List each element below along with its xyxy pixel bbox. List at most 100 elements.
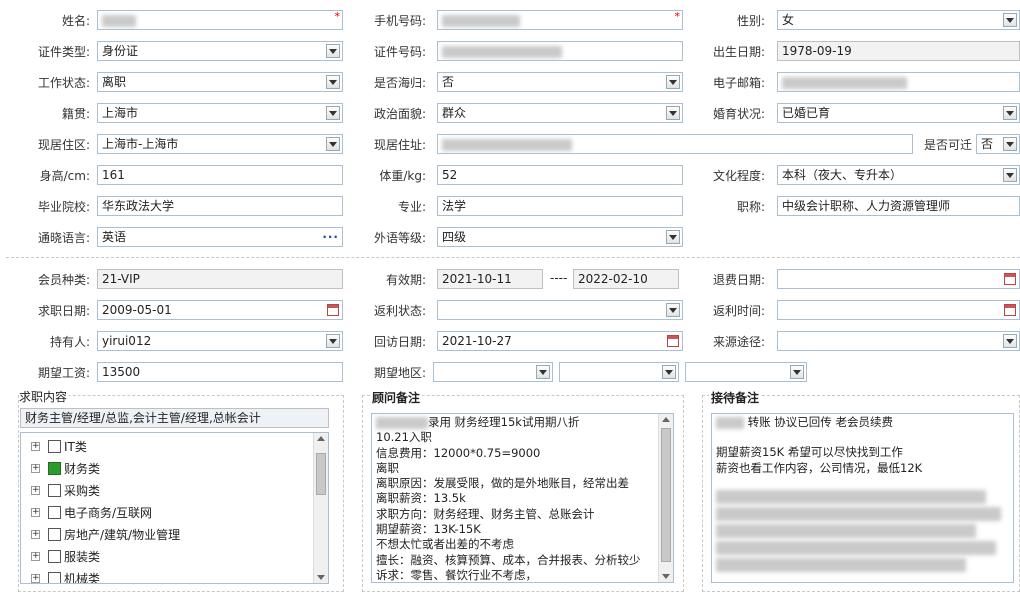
language-input[interactable]: 英语 ··· [97, 227, 343, 247]
chevron-down-icon[interactable] [1003, 168, 1017, 182]
rebate-status-label: 返利状态: [373, 304, 426, 318]
chevron-down-icon[interactable] [666, 230, 680, 244]
tree-item-label: IT类 [64, 440, 87, 454]
chevron-down-icon[interactable] [536, 365, 550, 379]
visit-date-input[interactable]: 2021-10-27 [437, 331, 683, 351]
expand-icon[interactable]: + [31, 552, 40, 561]
reception-notes-title: 接待备注 [709, 389, 762, 406]
scroll-up-icon[interactable] [317, 436, 325, 441]
checkbox-checked[interactable] [48, 462, 61, 475]
refund-date-input[interactable] [777, 269, 1020, 289]
phone-input[interactable]: * [437, 10, 683, 30]
expand-icon[interactable]: + [31, 486, 40, 495]
chevron-down-icon[interactable] [666, 303, 680, 317]
expand-icon[interactable]: + [31, 464, 40, 473]
scroll-down-icon[interactable] [317, 575, 325, 580]
chevron-down-icon[interactable] [1003, 334, 1017, 348]
expected-salary-input[interactable]: 13500 [97, 362, 343, 382]
chevron-down-icon[interactable] [326, 44, 340, 58]
source-select[interactable] [777, 331, 1020, 351]
job-content-summary-text: 财务主管/经理/总监,会计主管/经理,总帐会计 [25, 411, 261, 425]
weight-input[interactable]: 52 [437, 165, 683, 185]
expand-icon[interactable]: + [31, 508, 40, 517]
height-input[interactable]: 161 [97, 165, 343, 185]
calendar-icon[interactable] [667, 335, 679, 347]
region-district-select[interactable] [685, 362, 807, 382]
major-input[interactable]: 法学 [437, 196, 683, 216]
native-label: 籍贯: [61, 107, 90, 121]
chevron-down-icon[interactable] [326, 334, 340, 348]
notes-line: 10.21入职 [376, 430, 432, 445]
scroll-thumb[interactable] [661, 428, 671, 562]
political-select[interactable]: 群众 [437, 103, 683, 123]
checkbox[interactable] [48, 506, 61, 519]
checkbox[interactable] [48, 550, 61, 563]
rebate-status-select[interactable] [437, 300, 683, 320]
relocate-select[interactable]: 否 [976, 134, 1020, 154]
job-content-summary: 财务主管/经理/总监,会计主管/经理,总帐会计 [20, 408, 329, 428]
chevron-down-icon[interactable] [326, 75, 340, 89]
expected-salary-value: 13500 [102, 365, 141, 379]
reception-notes-textarea[interactable]: 转账 协议已回传 老会员续费 期望薪资15K 希望可以尽快找到工作 薪资也看工作… [711, 413, 1014, 583]
notes-scrollbar[interactable] [658, 414, 673, 582]
id-type-select[interactable]: 身份证 [97, 41, 343, 61]
education-select[interactable]: 本科（夜大、专升本） [777, 165, 1020, 185]
overseas-select[interactable]: 否 [437, 72, 683, 92]
notes-line: 录用 财务经理15k试用期八折 [376, 415, 655, 430]
checkbox[interactable] [48, 572, 61, 583]
notes-redacted [376, 416, 428, 429]
tree-scrollbar[interactable] [313, 433, 328, 583]
lang-level-value: 四级 [442, 230, 467, 244]
scroll-down-icon[interactable] [662, 574, 670, 579]
notes-line-text: 录用 财务经理15k试用期八折 [428, 415, 580, 429]
job-date-input[interactable]: 2009-05-01 [97, 300, 343, 320]
calendar-icon[interactable] [327, 304, 339, 316]
name-input[interactable]: * [97, 10, 343, 30]
chevron-down-icon[interactable] [790, 365, 804, 379]
rebate-time-input[interactable] [777, 300, 1020, 320]
address-input[interactable] [437, 134, 913, 154]
visit-date-value: 2021-10-27 [442, 334, 512, 348]
chevron-down-icon[interactable] [662, 365, 676, 379]
id-type-label: 证件类型: [37, 45, 90, 59]
native-value: 上海市 [102, 106, 139, 120]
job-category-tree[interactable]: + IT类 + 财务类 + 采购类 + 电子商务/互联网 + 房地产/建筑/物业管理 + 服… [20, 432, 329, 584]
expand-icon[interactable]: + [31, 442, 40, 451]
email-input[interactable] [777, 72, 1020, 92]
calendar-icon[interactable] [1004, 273, 1016, 285]
id-no-input[interactable] [437, 41, 683, 61]
school-input[interactable]: 华东政法大学 [97, 196, 343, 216]
chevron-down-icon[interactable] [326, 106, 340, 120]
gender-select[interactable]: 女 [777, 10, 1020, 30]
scroll-thumb[interactable] [316, 453, 326, 495]
notes-line-text: 转账 协议已回传 老会员续费 [747, 415, 893, 429]
chevron-down-icon[interactable] [1003, 106, 1017, 120]
region-city-select[interactable] [559, 362, 679, 382]
holder-select[interactable]: yirui012 [97, 331, 343, 351]
chevron-down-icon[interactable] [666, 75, 680, 89]
scroll-up-icon[interactable] [662, 417, 670, 422]
chevron-down-icon[interactable] [1003, 13, 1017, 27]
chevron-down-icon[interactable] [1003, 137, 1017, 151]
marital-select[interactable]: 已婚已育 [777, 103, 1020, 123]
native-select[interactable]: 上海市 [97, 103, 343, 123]
rebate-time-label: 返利时间: [712, 304, 765, 318]
checkbox[interactable] [48, 440, 61, 453]
lang-level-select[interactable]: 四级 [437, 227, 683, 247]
expand-icon[interactable]: + [31, 574, 40, 583]
gender-label: 性别: [736, 14, 765, 28]
checkbox[interactable] [48, 528, 61, 541]
tree-item-label: 电子商务/互联网 [64, 506, 153, 520]
residence-area-select[interactable]: 上海市-上海市 [97, 134, 343, 154]
notes-line: 期望薪资15K 希望可以尽快找到工作 [716, 445, 903, 460]
checkbox[interactable] [48, 484, 61, 497]
region-province-select[interactable] [433, 362, 553, 382]
chevron-down-icon[interactable] [666, 106, 680, 120]
more-icon[interactable]: ··· [322, 228, 339, 246]
advisor-notes-textarea[interactable]: 录用 财务经理15k试用期八折 10.21入职 信息费用：12000*0.75=… [371, 413, 674, 583]
chevron-down-icon[interactable] [326, 137, 340, 151]
title-input[interactable]: 中级会计职称、人力资源管理师 [777, 196, 1020, 216]
work-status-select[interactable]: 离职 [97, 72, 343, 92]
expand-icon[interactable]: + [31, 530, 40, 539]
calendar-icon[interactable] [1004, 304, 1016, 316]
